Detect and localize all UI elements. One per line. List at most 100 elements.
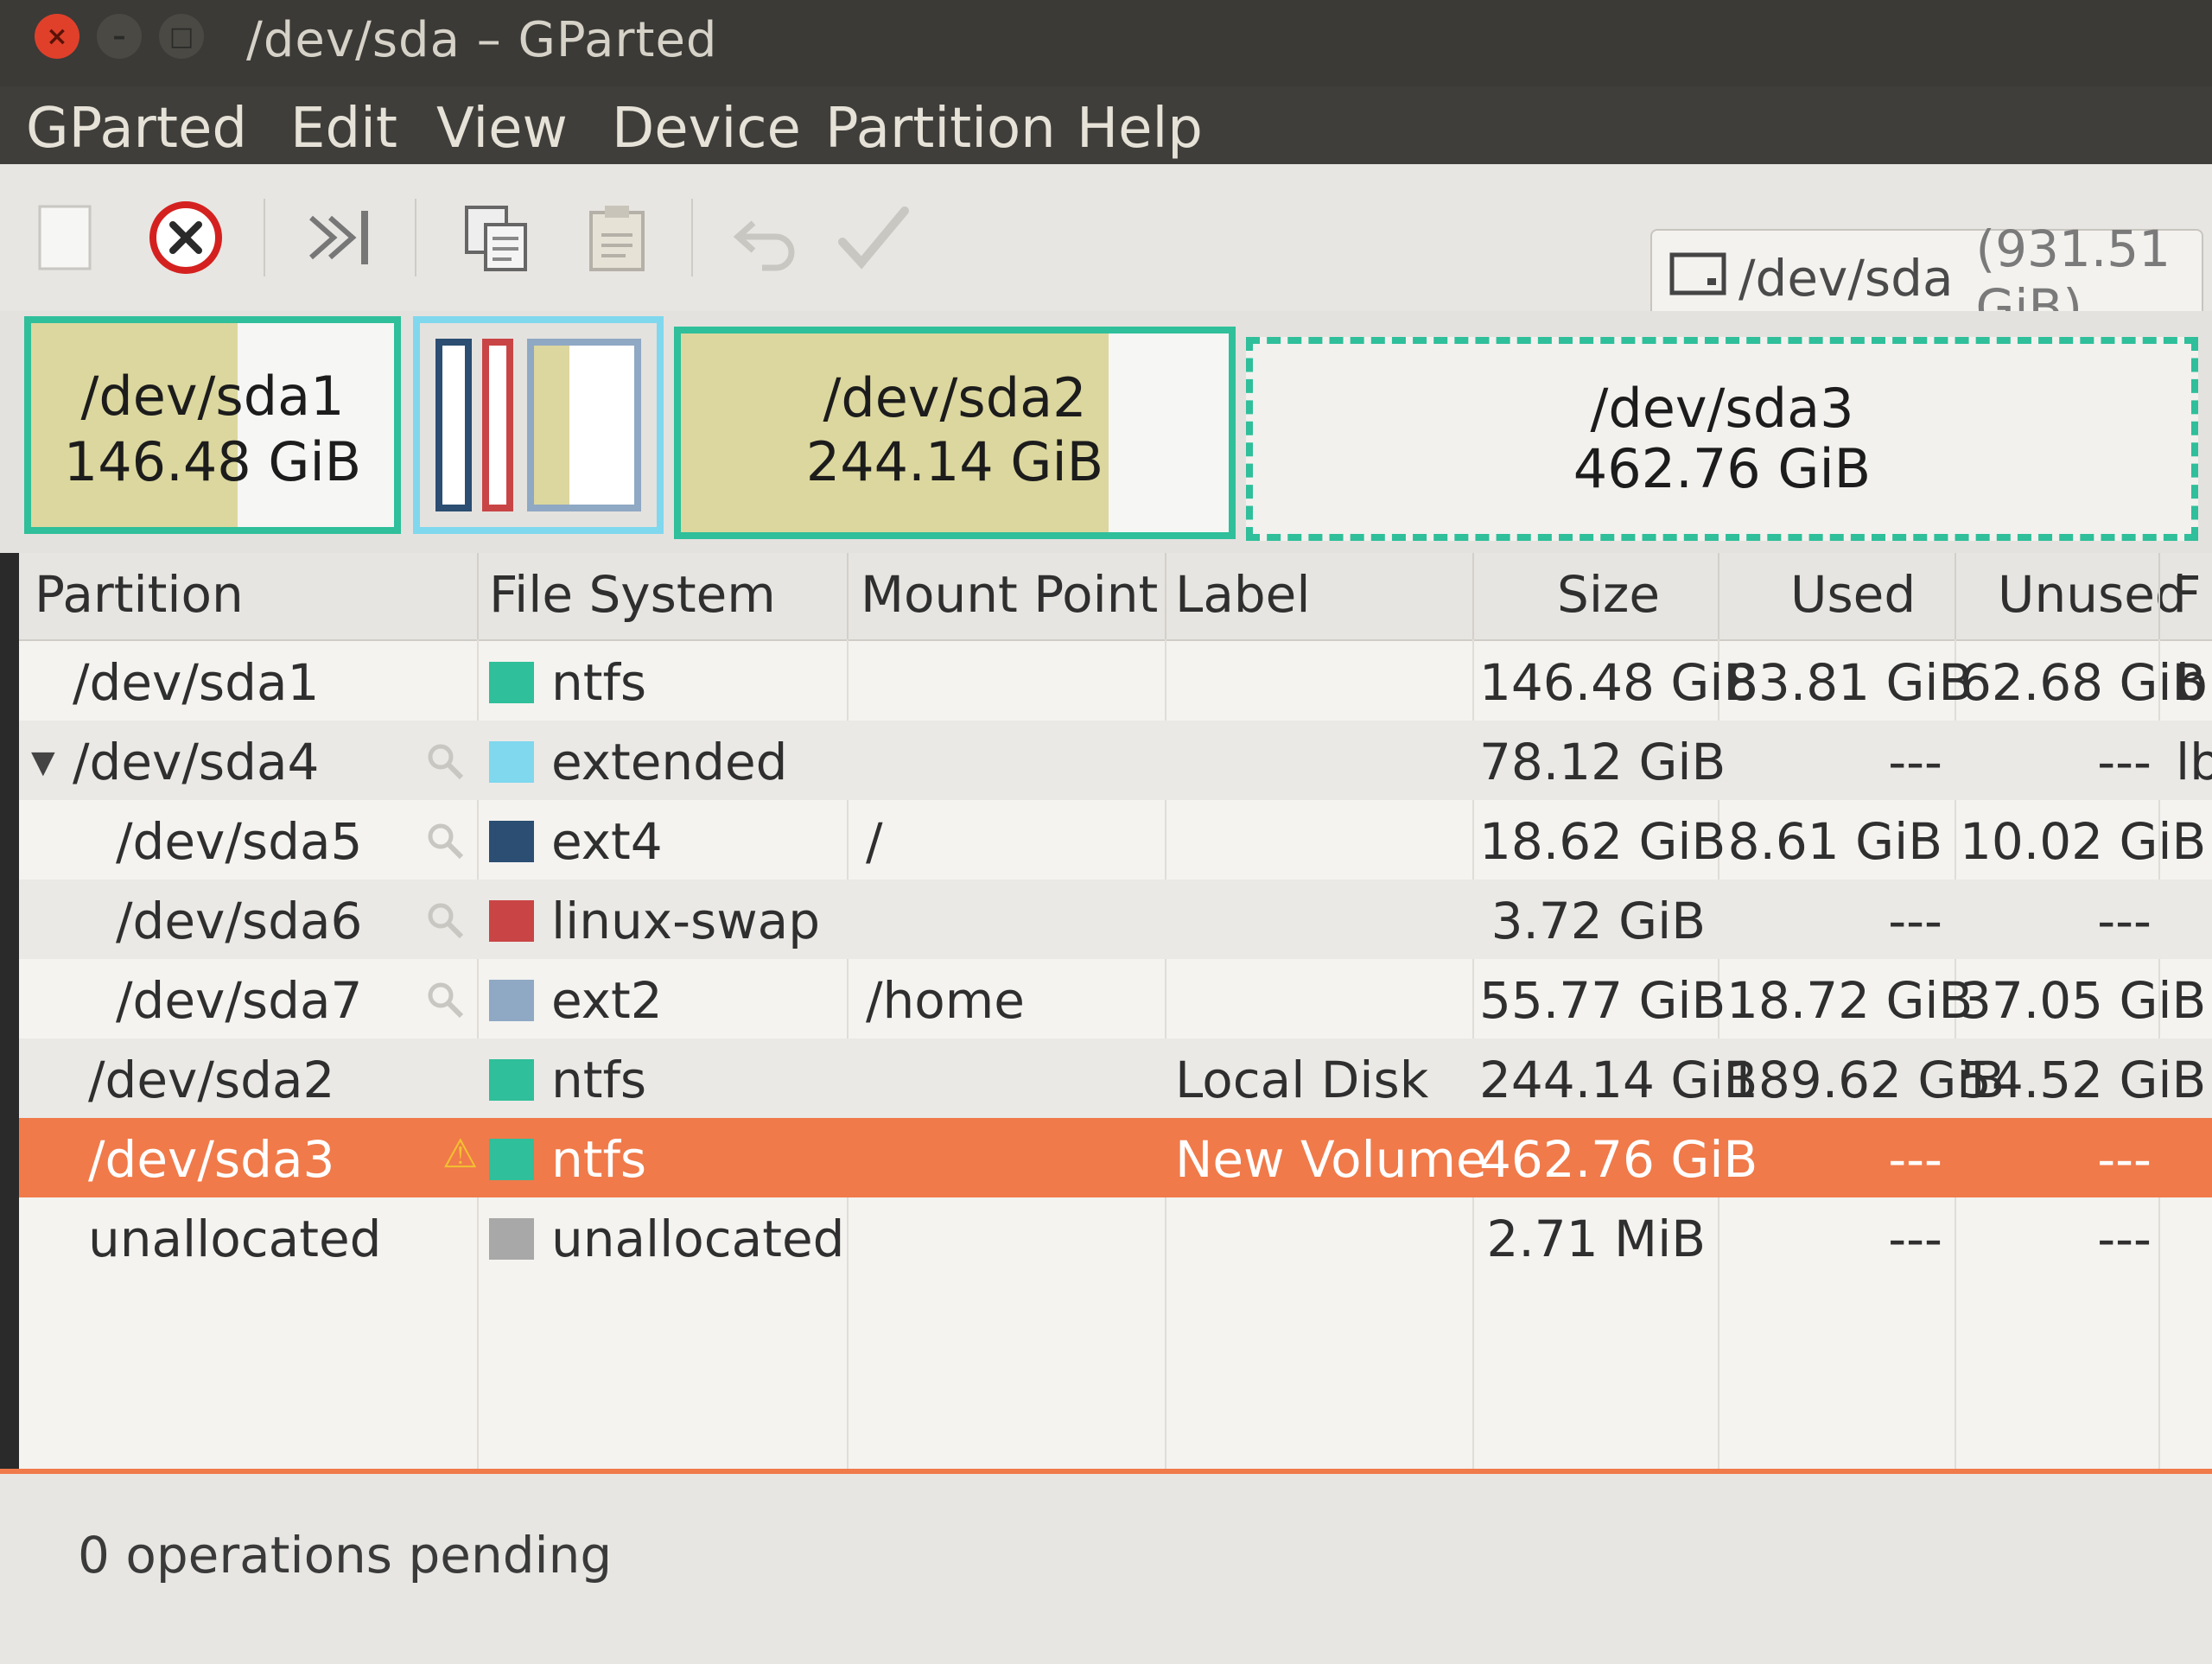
partition-unused: 10.02 GiB — [1960, 812, 2207, 871]
partition-flags: lb — [2176, 733, 2212, 791]
filesystem-name: linux-swap — [551, 892, 821, 950]
partition-size: 78.12 GiB — [1479, 733, 1726, 791]
filesystem-color-swatch — [489, 980, 534, 1021]
column-header-used[interactable]: Used — [1790, 565, 1916, 624]
column-header-label[interactable]: Label — [1175, 565, 1310, 624]
partition-used: --- — [1888, 892, 1942, 950]
partition-size: 462.76 GiB — [1479, 1130, 1758, 1189]
partition-block-sda1[interactable]: /dev/sda1 146.48 GiB — [24, 316, 401, 534]
menu-help[interactable]: Help — [1077, 97, 1203, 161]
close-window-button[interactable]: × — [35, 14, 79, 59]
table-row[interactable]: /dev/sda5 ext4 / 18.62 GiB 8.61 GiB 10.0… — [19, 800, 2212, 880]
column-header-partition[interactable]: Partition — [35, 565, 244, 624]
copy-icon[interactable] — [458, 199, 536, 276]
paste-icon[interactable] — [579, 199, 657, 276]
partition-size: 244.14 GiB — [1479, 1051, 1758, 1109]
partition-name: /dev/sda5 — [116, 812, 363, 871]
column-header-flags[interactable]: F — [2172, 565, 2201, 624]
table-row[interactable]: unallocated unallocated 2.71 MiB --- --- — [19, 1197, 2212, 1277]
filesystem-name: ntfs — [551, 1130, 647, 1189]
partition-name: /dev/sda7 — [116, 971, 363, 1030]
partition-name: /dev/sda3 — [88, 1130, 335, 1189]
resize-move-icon[interactable] — [302, 199, 380, 276]
device-name: /dev/sda — [1738, 249, 1954, 308]
gparted-window: × – □ /dev/sda – GParted GParted Edit Vi… — [0, 0, 2212, 1664]
column-header-filesystem[interactable]: File System — [489, 565, 776, 624]
key-icon — [425, 895, 467, 954]
partition-label: New Volume — [1175, 1130, 1487, 1189]
status-bar: 0 operations pending — [0, 1469, 2212, 1664]
table-row[interactable]: /dev/sda1 ntfs 146.48 GiB 83.81 GiB 62.6… — [19, 641, 2212, 721]
column-header-mountpoint[interactable]: Mount Point — [861, 565, 1158, 624]
partition-used: 8.61 GiB — [1727, 812, 1942, 871]
partition-used: 189.62 GiB — [1726, 1051, 2005, 1109]
mount-point: / — [866, 812, 883, 871]
partition-table: Partition File System Mount Point Label … — [19, 553, 2212, 1469]
partition-unused: 54.52 GiB — [1960, 1051, 2207, 1109]
menu-bar: GParted Edit View Device Partition Help — [0, 86, 2212, 164]
apply-icon[interactable] — [834, 199, 912, 276]
partition-block-size: 244.14 GiB — [805, 430, 1104, 493]
key-icon — [425, 975, 467, 1033]
used-space-fill — [534, 346, 569, 505]
partition-block-sda5[interactable] — [435, 339, 472, 511]
partition-block-sda3[interactable]: /dev/sda3 462.76 GiB — [1246, 337, 2198, 541]
partition-used: --- — [1888, 1210, 1942, 1268]
partition-name: /dev/sda4 — [73, 733, 320, 791]
column-separator — [1718, 553, 1719, 639]
filesystem-color-swatch — [489, 1059, 534, 1101]
table-row[interactable]: /dev/sda6 linux-swap 3.72 GiB --- --- — [19, 880, 2212, 959]
filesystem-color-swatch — [489, 741, 534, 783]
partition-block-name: /dev/sda1 — [80, 365, 345, 428]
undo-icon[interactable] — [726, 199, 804, 276]
partition-block-name: /dev/sda3 — [1590, 377, 1854, 440]
partition-label: Local Disk — [1175, 1051, 1429, 1109]
operations-pending-status: 0 operations pending — [78, 1526, 613, 1585]
column-separator — [477, 553, 479, 639]
filesystem-color-swatch — [489, 662, 534, 703]
filesystem-name: extended — [551, 733, 788, 791]
menu-gparted[interactable]: GParted — [26, 97, 247, 161]
partition-used: --- — [1888, 733, 1942, 791]
partition-size: 2.71 MiB — [1486, 1210, 1706, 1268]
delete-partition-icon[interactable] — [147, 199, 225, 276]
column-separator — [1955, 553, 1956, 639]
table-row[interactable]: /dev/sda2 ntfs Local Disk 244.14 GiB 189… — [19, 1038, 2212, 1118]
partition-block-sda4[interactable] — [413, 316, 664, 534]
harddisk-icon — [1669, 249, 1726, 308]
new-partition-icon[interactable] — [26, 199, 104, 276]
filesystem-color-swatch — [489, 821, 534, 862]
menu-view[interactable]: View — [436, 97, 568, 161]
column-separator — [847, 553, 849, 639]
partition-size: 55.77 GiB — [1479, 971, 1726, 1030]
partition-unused: --- — [2097, 892, 2152, 950]
partition-unused: --- — [2097, 1130, 2152, 1189]
title-bar: × – □ /dev/sda – GParted — [0, 0, 2212, 86]
table-row[interactable]: /dev/sda7 ext2 /home 55.77 GiB 18.72 GiB… — [19, 959, 2212, 1038]
expander-down-icon[interactable]: ▼ — [31, 745, 55, 780]
partition-block-sda2[interactable]: /dev/sda2 244.14 GiB — [674, 327, 1236, 539]
mount-point: /home — [866, 971, 1025, 1030]
filesystem-name: unallocated — [551, 1210, 845, 1268]
table-row-selected[interactable]: /dev/sda3 ⚠ ntfs New Volume 462.76 GiB -… — [19, 1118, 2212, 1197]
column-header-size[interactable]: Size — [1557, 565, 1660, 624]
menu-device[interactable]: Device — [612, 97, 801, 161]
partition-unused: 62.68 GiB — [1960, 653, 2207, 712]
partition-block-sda6[interactable] — [482, 339, 513, 511]
partition-name: /dev/sda1 — [73, 653, 320, 712]
toolbar-separator — [691, 199, 693, 276]
menu-partition[interactable]: Partition — [825, 97, 1056, 161]
table-header: Partition File System Mount Point Label … — [19, 553, 2212, 641]
filesystem-color-swatch — [489, 900, 534, 942]
table-row[interactable]: ▼ /dev/sda4 extended 78.12 GiB --- --- l… — [19, 721, 2212, 800]
minimize-window-button[interactable]: – — [97, 14, 142, 59]
filesystem-name: ntfs — [551, 1051, 647, 1109]
warning-icon: ⚠ — [442, 1130, 479, 1177]
partition-block-sda7[interactable] — [527, 339, 641, 511]
column-separator — [1472, 553, 1474, 639]
filesystem-name: ext2 — [551, 971, 663, 1030]
menu-edit[interactable]: Edit — [290, 97, 397, 161]
maximize-window-button[interactable]: □ — [159, 14, 204, 59]
partition-block-name: /dev/sda2 — [823, 366, 1087, 429]
filesystem-name: ntfs — [551, 653, 647, 712]
